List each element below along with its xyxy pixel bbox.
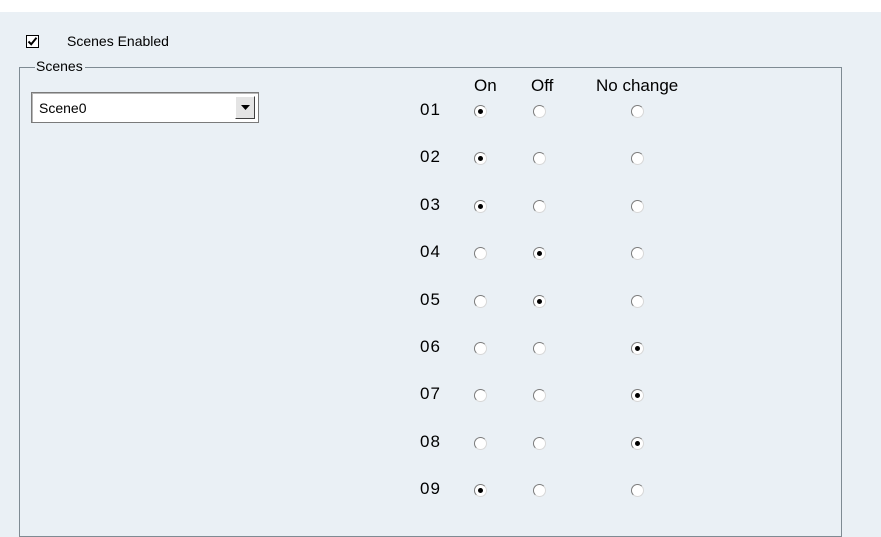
radio-off[interactable] — [533, 105, 546, 118]
radio-off[interactable] — [533, 484, 546, 497]
radio-off[interactable] — [533, 152, 546, 165]
radio-no-change[interactable] — [631, 247, 644, 260]
radio-off[interactable] — [533, 200, 546, 213]
radio-off[interactable] — [533, 342, 546, 355]
channel-label: 09 — [420, 479, 441, 498]
radio-no-change[interactable] — [631, 152, 644, 165]
column-header-no-change: No change — [596, 76, 679, 95]
scenes-enabled-checkbox[interactable] — [26, 34, 39, 48]
radio-on[interactable] — [474, 247, 487, 260]
channel-label: 07 — [420, 384, 441, 403]
radio-dot — [537, 299, 542, 304]
radio-on[interactable] — [474, 105, 487, 118]
radio-dot — [635, 393, 640, 398]
radio-dot — [478, 488, 483, 493]
chevron-down-icon — [240, 105, 250, 110]
radio-no-change[interactable] — [631, 437, 644, 450]
radio-off[interactable] — [533, 295, 546, 308]
top-strip — [0, 0, 881, 12]
channel-label: 05 — [420, 290, 441, 309]
channel-label: 08 — [420, 432, 441, 451]
radio-on[interactable] — [474, 295, 487, 308]
radio-dot — [635, 441, 640, 446]
radio-dot — [478, 109, 483, 114]
column-header-off: Off — [531, 76, 554, 95]
radio-dot — [478, 204, 483, 209]
radio-off[interactable] — [533, 389, 546, 402]
scenes-enabled-row[interactable]: Scenes Enabled — [26, 33, 169, 49]
radio-dot — [478, 156, 483, 161]
radio-no-change[interactable] — [631, 295, 644, 308]
radio-no-change[interactable] — [631, 389, 644, 402]
channel-label: 04 — [420, 242, 441, 261]
scenes-enabled-label: Scenes Enabled — [67, 33, 169, 49]
channel-label: 06 — [420, 337, 441, 356]
radio-on[interactable] — [474, 200, 487, 213]
channel-label: 03 — [420, 195, 441, 214]
radio-on[interactable] — [474, 484, 487, 497]
dropdown-button[interactable] — [235, 96, 255, 119]
scene-select[interactable]: Scene0 — [31, 92, 259, 123]
radio-no-change[interactable] — [631, 484, 644, 497]
checkmark-icon — [27, 36, 38, 46]
radio-off[interactable] — [533, 247, 546, 260]
radio-off[interactable] — [533, 437, 546, 450]
scenes-group-title: Scenes — [35, 58, 85, 74]
scene-select-value: Scene0 — [39, 100, 87, 116]
radio-on[interactable] — [474, 342, 487, 355]
radio-on[interactable] — [474, 152, 487, 165]
column-header-on: On — [474, 76, 497, 95]
radio-no-change[interactable] — [631, 342, 644, 355]
channel-label: 01 — [420, 100, 441, 119]
radio-dot — [635, 346, 640, 351]
radio-no-change[interactable] — [631, 200, 644, 213]
channel-label: 02 — [420, 147, 441, 166]
radio-no-change[interactable] — [631, 105, 644, 118]
radio-on[interactable] — [474, 389, 487, 402]
radio-dot — [537, 251, 542, 256]
radio-on[interactable] — [474, 437, 487, 450]
